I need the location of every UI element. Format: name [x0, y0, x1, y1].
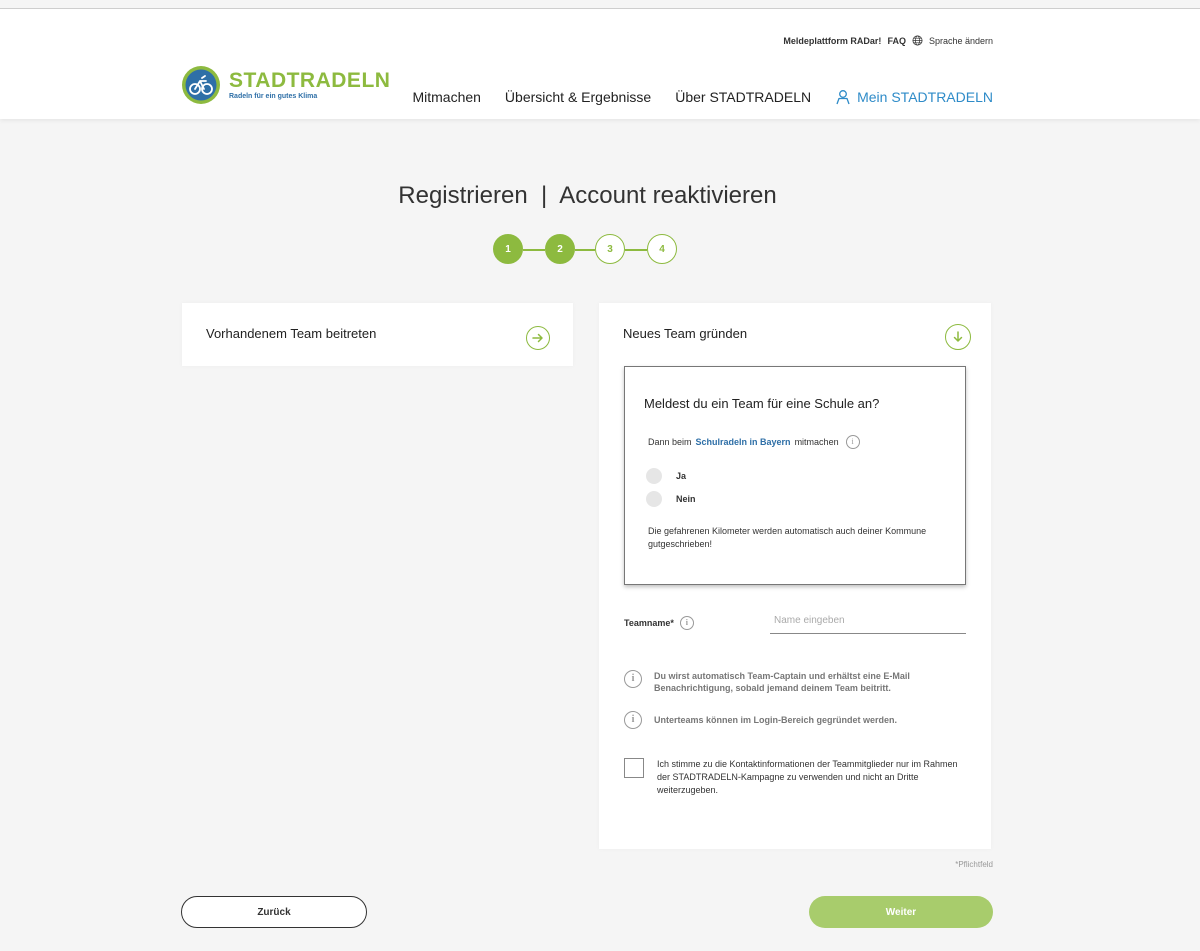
- schulradeln-link[interactable]: Schulradeln in Bayern: [696, 437, 791, 447]
- step-connector: [625, 249, 647, 251]
- logo-name: STADTRADELN: [229, 68, 391, 92]
- reporting-platform-link[interactable]: Meldeplattform RADar!: [783, 36, 881, 46]
- school-sub-prefix: Dann beim: [648, 437, 692, 447]
- radio-no[interactable]: [646, 491, 662, 507]
- nav-about[interactable]: Über STADTRADELN: [675, 89, 811, 105]
- step-3: 3: [595, 234, 625, 264]
- school-team-box: Meldest du ein Team für eine Schule an? …: [624, 366, 966, 585]
- step-connector: [523, 249, 545, 251]
- team-name-input[interactable]: [770, 608, 966, 634]
- required-field-note: *Pflichtfeld: [955, 860, 993, 869]
- user-icon: [836, 90, 850, 105]
- school-sub-suffix: mitmachen: [794, 437, 839, 447]
- new-team-card: Neues Team gründen Meldest du ein Team f…: [599, 303, 991, 849]
- radio-option-yes[interactable]: Ja: [646, 468, 686, 484]
- school-note: Die gefahrenen Kilometer werden automati…: [648, 526, 927, 549]
- team-name-label-text: Teamname*: [624, 618, 674, 628]
- captain-hint: i Du wirst automatisch Team-Captain und …: [624, 670, 944, 694]
- meta-links: Meldeplattform RADar! FAQ Sprache ändern: [783, 35, 993, 46]
- school-question: Meldest du ein Team für eine Schule an?: [644, 396, 880, 411]
- join-existing-team-card[interactable]: Vorhandenem Team beitreten: [182, 303, 573, 366]
- radio-yes[interactable]: [646, 468, 662, 484]
- nav-my-account-label: Mein STADTRADELN: [857, 89, 993, 105]
- consent-checkbox[interactable]: [624, 758, 644, 778]
- step-progress: 1 2 3 4: [493, 234, 683, 266]
- nav-participate[interactable]: Mitmachen: [412, 89, 480, 105]
- main-nav: Mitmachen Übersicht & Ergebnisse Über ST…: [412, 89, 993, 105]
- team-name-label: Teamname* i: [624, 616, 694, 630]
- radio-yes-label: Ja: [676, 471, 687, 481]
- new-team-title: Neues Team gründen: [623, 326, 748, 341]
- back-button[interactable]: Zurück: [181, 896, 367, 928]
- subteams-hint-text: Unterteams können im Login-Bereich gegrü…: [654, 715, 898, 725]
- logo-claim: Radeln für ein gutes Klima: [229, 92, 318, 100]
- arrow-down-circle-icon[interactable]: [945, 324, 971, 350]
- arrow-right-circle-icon[interactable]: [526, 326, 550, 350]
- radio-option-no[interactable]: Nein: [646, 491, 696, 507]
- page-title: Registrieren | Account reaktivieren: [398, 182, 777, 209]
- language-link[interactable]: Sprache ändern: [929, 36, 993, 46]
- site-header: Meldeplattform RADar! FAQ Sprache ändern…: [0, 9, 1200, 119]
- radio-no-label: Nein: [676, 494, 696, 504]
- captain-hint-text: Du wirst automatisch Team-Captain und er…: [654, 671, 910, 693]
- next-button[interactable]: Weiter: [809, 896, 993, 928]
- globe-icon[interactable]: [912, 35, 923, 46]
- info-icon: i: [624, 711, 642, 729]
- nav-overview-results[interactable]: Übersicht & Ergebnisse: [505, 89, 651, 105]
- step-connector: [575, 249, 595, 251]
- consent-text: Ich stimme zu die Kontaktinformationen d…: [657, 759, 958, 795]
- cyclist-logo-icon: [182, 66, 220, 104]
- consent-row: Ich stimme zu die Kontaktinformationen d…: [624, 758, 963, 797]
- school-subtext: Dann beim Schulradeln in Bayern mitmache…: [648, 435, 860, 449]
- step-4: 4: [647, 234, 677, 264]
- info-icon: i: [624, 670, 642, 688]
- subteams-hint: i Unterteams können im Login-Bereich geg…: [624, 711, 944, 729]
- stadtradeln-logo[interactable]: STADTRADELN Radeln für ein gutes Klima: [181, 65, 390, 105]
- step-1: 1: [493, 234, 523, 264]
- faq-link[interactable]: FAQ: [887, 36, 906, 46]
- info-icon[interactable]: i: [845, 435, 860, 449]
- nav-my-account[interactable]: Mein STADTRADELN: [835, 89, 993, 105]
- step-2: 2: [545, 234, 575, 264]
- join-team-title: Vorhandenem Team beitreten: [206, 326, 377, 341]
- info-icon[interactable]: i: [679, 616, 694, 630]
